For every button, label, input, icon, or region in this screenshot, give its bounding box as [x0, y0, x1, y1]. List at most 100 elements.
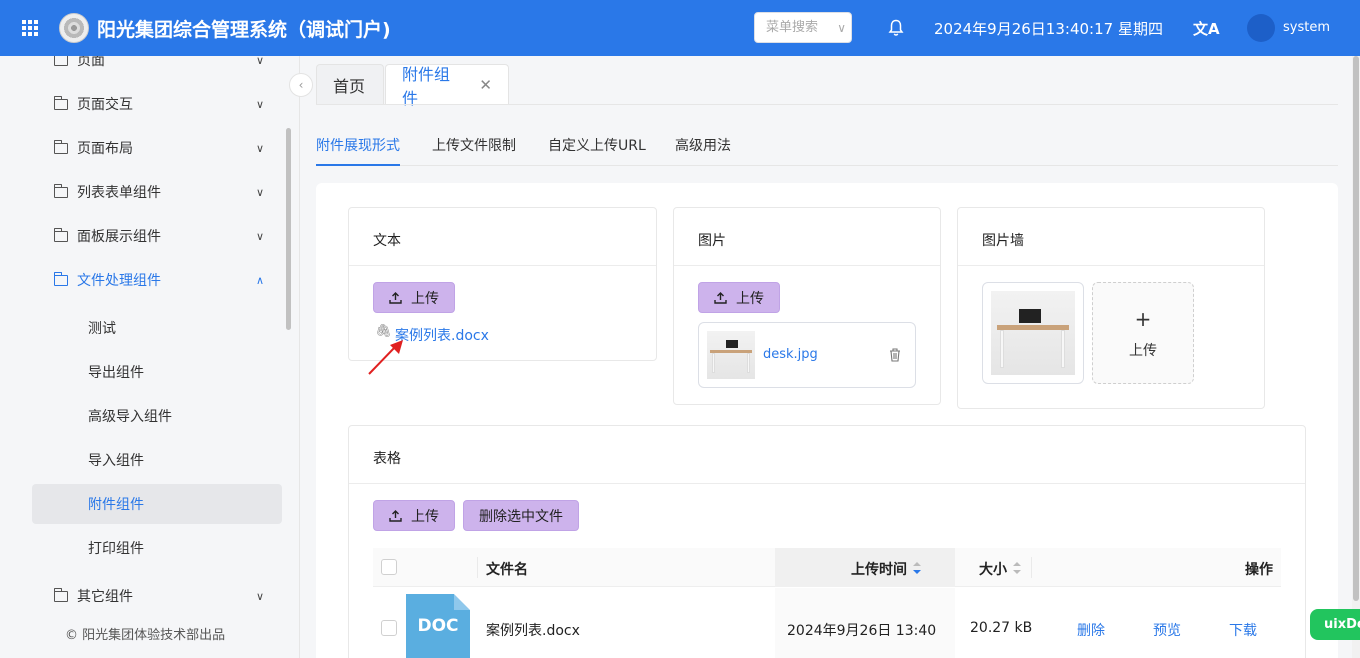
sidebar-item-label: 测试 [88, 321, 116, 337]
folder-icon [53, 95, 68, 110]
card-image: 图片 上传 desk.jpg [673, 207, 941, 405]
chevron-down-icon: ∨ [255, 229, 264, 243]
upload-button[interactable]: 上传 [698, 282, 780, 313]
folder-icon [53, 271, 68, 286]
desk-thumbnail [991, 291, 1075, 375]
plus-icon: + [1134, 307, 1152, 331]
top-header: 阳光集团综合管理系统（调试门户) ∨ 2024年9月26日13:40:17 星期… [0, 0, 1360, 56]
subtab-active-indicator [316, 164, 400, 166]
sort-icon[interactable] [1013, 562, 1021, 574]
sidebar-scrollbar[interactable] [286, 128, 291, 330]
preview-link[interactable]: 预览 [1153, 620, 1181, 640]
card-table: 表格 上传 删除选中文件 文件名 上传时间 大小 操作 DOC 案例列表.doc… [348, 425, 1306, 658]
sidebar-item-attachment[interactable]: 附件组件 [32, 484, 282, 524]
extension-badge[interactable]: uixDev [1310, 609, 1360, 640]
sidebar-group-page[interactable]: 页面 ∨ [32, 56, 282, 80]
chevron-down-icon: ∨ [255, 589, 264, 603]
sidebar-group-label: 页面 [77, 56, 105, 69]
sidebar-group-page-interaction[interactable]: 页面交互 ∨ [32, 84, 282, 124]
doc-file-icon: DOC [406, 594, 470, 658]
sidebar-item-import[interactable]: 导入组件 [32, 440, 282, 480]
image-wall-item[interactable] [982, 282, 1084, 384]
card-image-wall: 图片墙 + 上传 [957, 207, 1265, 409]
paperclip-icon: 🖇 [375, 324, 392, 339]
sidebar-group-label: 其它组件 [77, 589, 133, 605]
chevron-up-icon: ∧ [255, 273, 264, 287]
trash-icon[interactable] [889, 348, 901, 362]
username[interactable]: system [1283, 20, 1330, 35]
sidebar-collapse-button[interactable]: ‹ [289, 73, 313, 97]
annotation-arrow-icon [368, 340, 403, 375]
sidebar: 页面 ∨ 页面交互 ∨ 页面布局 ∨ 列表表单组件 ∨ 面板展示组件 ∨ 文件处… [0, 56, 300, 658]
delete-selected-button[interactable]: 删除选中文件 [463, 500, 579, 531]
sidebar-group-page-layout[interactable]: 页面布局 ∨ [32, 128, 282, 168]
image-wall-upload-button[interactable]: + 上传 [1092, 282, 1194, 384]
sidebar-item-label: 附件组件 [88, 497, 144, 513]
column-header-filename: 文件名 [486, 562, 528, 578]
card-divider [674, 265, 940, 266]
app-title: 阳光集团综合管理系统（调试门户) [97, 19, 391, 41]
card-title: 图片 [698, 233, 726, 249]
menu-search-select[interactable]: ∨ [754, 12, 852, 43]
tab-home[interactable]: 首页 [316, 64, 384, 104]
column-separator [477, 557, 478, 578]
close-icon[interactable]: ✕ [479, 76, 492, 94]
card-title: 图片墙 [982, 233, 1024, 249]
select-all-checkbox[interactable] [381, 559, 397, 575]
download-link[interactable]: 下载 [1229, 620, 1257, 640]
button-label: 上传 [736, 290, 764, 307]
chevron-down-icon: ∨ [255, 97, 264, 111]
delete-link[interactable]: 删除 [1077, 620, 1105, 640]
sidebar-item-advanced-import[interactable]: 高级导入组件 [32, 396, 282, 436]
chevron-down-icon: ∨ [255, 141, 264, 155]
sidebar-item-export[interactable]: 导出组件 [32, 352, 282, 392]
chevron-down-icon: ∨ [255, 185, 264, 199]
row-checkbox[interactable] [381, 620, 397, 636]
card-divider [349, 265, 656, 266]
upload-button[interactable]: 上传 [373, 282, 455, 313]
logo-disc-icon [59, 13, 89, 43]
upload-button[interactable]: 上传 [373, 500, 455, 531]
folder-icon [53, 587, 68, 602]
sidebar-group-panel-display[interactable]: 面板展示组件 ∨ [32, 216, 282, 256]
column-header-size[interactable]: 大小 [979, 559, 1007, 579]
sidebar-group-label: 面板展示组件 [77, 229, 161, 245]
tab-label: 附件组件 [402, 64, 451, 108]
apps-grid-icon[interactable] [22, 20, 38, 36]
subtab-custom-url[interactable]: 自定义上传URL [548, 135, 646, 155]
card-title: 表格 [373, 451, 401, 467]
page-scrollbar[interactable] [1352, 56, 1360, 658]
sidebar-item-test[interactable]: 测试 [32, 308, 282, 348]
bell-icon[interactable] [888, 19, 904, 37]
tab-attachment[interactable]: 附件组件 ✕ [385, 64, 509, 108]
subtab-display-form[interactable]: 附件展现形式 [316, 135, 400, 155]
subtab-advanced[interactable]: 高级用法 [675, 135, 731, 155]
button-label: 上传 [411, 290, 439, 307]
subtab-upload-limit[interactable]: 上传文件限制 [432, 135, 516, 155]
sidebar-group-file-processing[interactable]: 文件处理组件 ∧ [32, 260, 282, 300]
card-divider [349, 483, 1305, 484]
folder-icon [53, 139, 68, 154]
desk-thumbnail[interactable] [707, 331, 755, 379]
sidebar-group-other[interactable]: 其它组件 ∨ [32, 576, 282, 616]
menu-search-input[interactable] [755, 13, 835, 42]
sidebar-item-label: 打印组件 [88, 541, 144, 557]
user-avatar[interactable] [1247, 14, 1275, 42]
card-title: 文本 [373, 233, 401, 249]
sidebar-item-label: 导出组件 [88, 365, 144, 381]
folder-icon [54, 56, 68, 66]
doc-icon-label: DOC [417, 616, 459, 636]
column-separator [1031, 557, 1032, 578]
sidebar-group-list-form[interactable]: 列表表单组件 ∨ [32, 172, 282, 212]
image-file-link[interactable]: desk.jpg [763, 347, 818, 362]
translate-icon[interactable]: 文A [1193, 18, 1220, 39]
table-header: 文件名 上传时间 大小 操作 [373, 548, 1281, 587]
sidebar-item-label: 导入组件 [88, 453, 144, 469]
attachment-file-link[interactable]: 案例列表.docx [395, 325, 489, 345]
folder-icon [53, 183, 68, 198]
tabs-divider [316, 104, 1338, 105]
sort-icon[interactable] [913, 562, 921, 574]
column-header-upload-time[interactable]: 上传时间 [851, 559, 907, 579]
row-filename: 案例列表.docx [486, 623, 580, 639]
sidebar-item-print[interactable]: 打印组件 [32, 528, 282, 568]
